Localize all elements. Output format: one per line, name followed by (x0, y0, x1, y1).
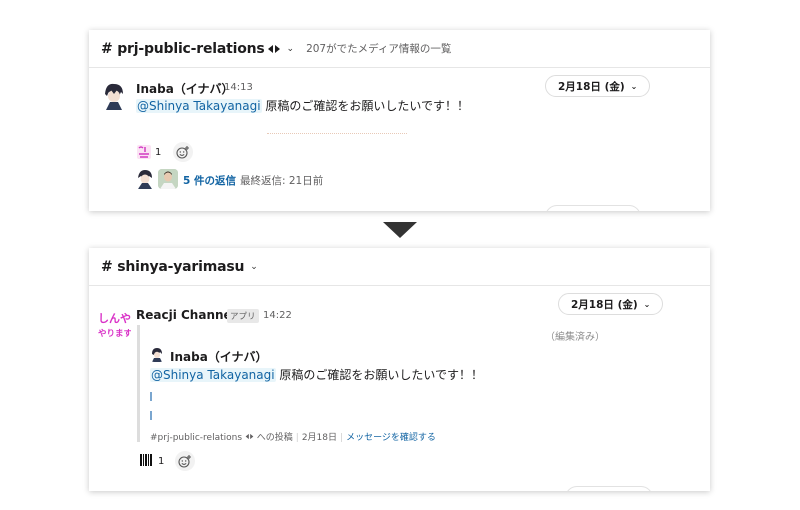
chevron-down-icon[interactable]: ⌄ (287, 44, 295, 54)
add-reaction-icon[interactable] (175, 451, 195, 471)
footer-channel[interactable]: #prj-public-relations (150, 433, 242, 443)
svg-text:やります!!: やります!! (98, 328, 131, 339)
quote-bar (137, 325, 140, 442)
date-label: 2月18日 (金) (558, 80, 625, 93)
chevron-down-icon[interactable]: ⌄ (250, 262, 258, 272)
attachment-link-fragment (150, 411, 152, 420)
shared-channel-icon (242, 433, 257, 443)
date-label: 2月18日 (金) (571, 298, 638, 311)
message-sender[interactable]: Inaba（イナバ） (136, 80, 234, 97)
channel-name[interactable]: # prj-public-relations (101, 41, 265, 57)
add-reaction-icon[interactable] (173, 142, 193, 162)
shinya-yarimasu-emoji-icon (137, 145, 151, 159)
attachment-preview-edge (267, 133, 407, 135)
date-divider-button[interactable]: 2月18日 (金) ⌄ (558, 293, 664, 315)
barcode-emoji-icon (139, 453, 153, 470)
date-divider-button[interactable]: 2月18日 (金) ⌄ (545, 75, 651, 97)
attachment-link-fragment (150, 392, 152, 401)
avatar[interactable] (135, 169, 155, 189)
quoted-sender[interactable]: Inaba（イナバ） (170, 348, 268, 365)
reaction-pill[interactable]: 1 (139, 451, 164, 471)
user-mention[interactable]: @Shinya Takayanagi (150, 368, 276, 382)
message-footer: #prj-public-relations への投稿 | 2月18日 | メッセージを確… (150, 433, 436, 443)
chevron-down-icon: ⌄ (630, 81, 638, 91)
date-divider-partial (565, 486, 653, 491)
last-reply-text: 最終返信: 21日前 (240, 175, 324, 187)
message-text: @Shinya Takayanagi 原稿のご確認をお願いしたいです！！ (136, 97, 469, 114)
quoted-message-text: @Shinya Takayanagi 原稿のご確認をお願いしたいです！！ (150, 366, 483, 383)
message-body: 原稿のご確認をお願いしたいです！！ (261, 99, 470, 113)
message-body: 原稿のご確認をお願いしたいです！！ (275, 368, 484, 382)
avatar[interactable] (150, 347, 164, 362)
app-badge: アプリ (227, 309, 259, 323)
avatar[interactable] (158, 169, 178, 189)
slack-message-card-top: # prj-public-relations ⌄ 207がでたメディア情報の一覧… (89, 30, 710, 211)
reaction-pill[interactable]: 1 (137, 142, 161, 162)
edited-label: （編集済み） (545, 332, 605, 343)
arrow-down-icon (383, 222, 417, 238)
date-divider-partial (545, 205, 641, 211)
chevron-down-icon: ⌄ (643, 299, 651, 309)
reaction-count: 1 (158, 455, 165, 467)
channel-description: 207がでたメディア情報の一覧 (306, 43, 452, 55)
reaction-count: 1 (155, 146, 162, 158)
shared-channel-icon (267, 39, 281, 58)
bot-avatar[interactable]: しんや やります!! (97, 310, 131, 340)
thread-replies-link[interactable]: 5 件の返信 (183, 173, 236, 188)
channel-header: # prj-public-relations ⌄ 207がでたメディア情報の一覧 (89, 30, 710, 68)
svg-text:しんや: しんや (98, 312, 131, 325)
user-mention[interactable]: @Shinya Takayanagi (136, 99, 262, 113)
message-timestamp[interactable]: 14:13 (224, 82, 253, 93)
message-timestamp[interactable]: 14:22 (263, 310, 292, 321)
channel-name[interactable]: # shinya-yarimasu (101, 259, 244, 275)
footer-post-label: への投稿 (256, 433, 293, 443)
view-message-link[interactable]: メッセージを確認する (346, 433, 436, 443)
slack-message-card-bottom: # shinya-yarimasu ⌄ 2月18日 (金) ⌄ しんや やります… (89, 248, 710, 491)
avatar[interactable] (101, 82, 127, 110)
channel-header: # shinya-yarimasu ⌄ (89, 248, 710, 286)
footer-date[interactable]: 2月18日 (302, 433, 337, 443)
